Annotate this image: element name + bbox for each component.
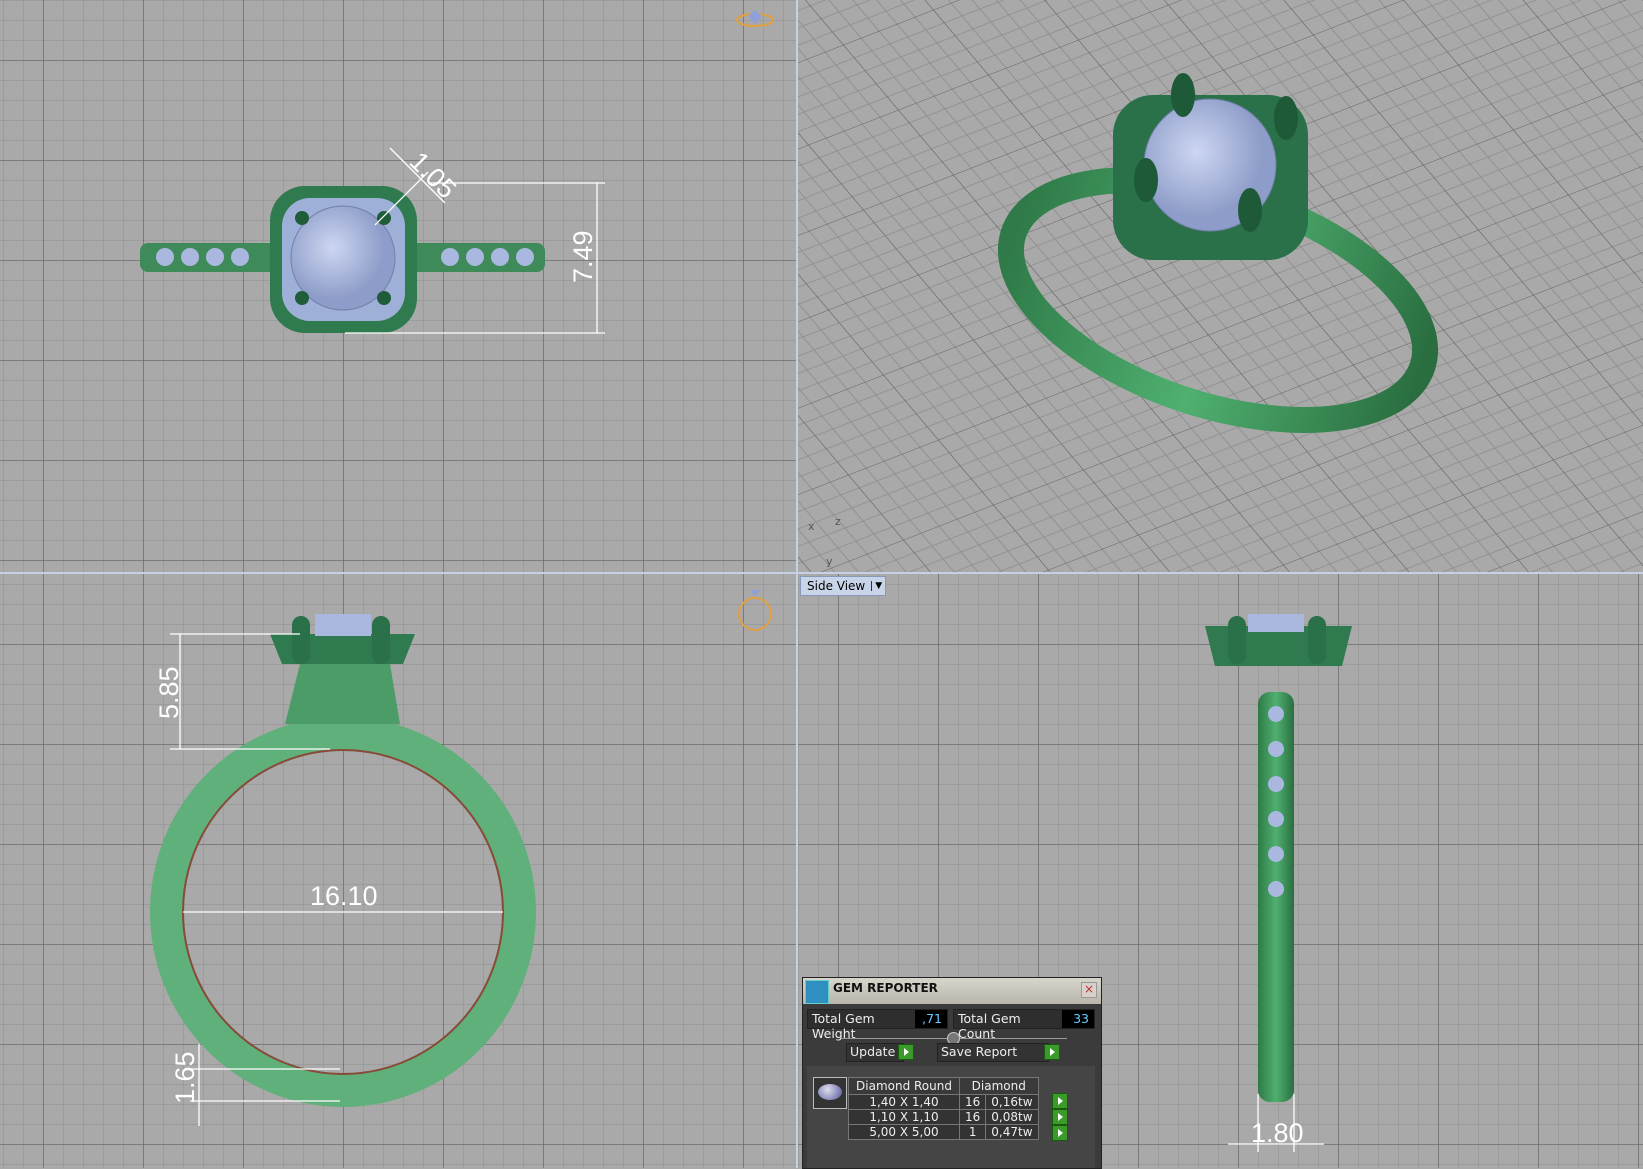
chevron-down-icon[interactable]: ▼ xyxy=(871,581,885,591)
total-gem-weight-value: ,71 xyxy=(915,1010,947,1028)
dimension-label: 5.85 xyxy=(154,666,184,719)
column-header-shape: Diamond Round xyxy=(848,1077,960,1095)
gem-report-icon xyxy=(805,980,829,1004)
gem-weight: 0,08tw xyxy=(985,1109,1039,1125)
table-row: 1,10 X 1,10 16 0,08tw xyxy=(848,1109,1039,1125)
gem-reporter-titlebar[interactable]: GEM REPORTER × xyxy=(803,978,1101,1004)
total-gem-weight-label: Total Gem Weight xyxy=(812,1011,875,1041)
gem-size: 1,40 X 1,40 xyxy=(848,1094,960,1110)
dimension-label: 1.65 xyxy=(170,1051,200,1104)
gem-size: 5,00 X 5,00 xyxy=(848,1124,960,1140)
save-report-label: Save Report xyxy=(941,1044,1018,1059)
viewport-top[interactable]: 7.49 1.05 xyxy=(0,0,796,572)
gem-weight: 0,47tw xyxy=(985,1124,1039,1140)
viewport-divider-horizontal[interactable] xyxy=(0,572,1643,574)
row-select-play-icon[interactable] xyxy=(1052,1109,1068,1125)
total-gem-count-label: Total Gem Count xyxy=(958,1011,1021,1041)
close-icon[interactable]: × xyxy=(1081,982,1097,998)
gem-count: 1 xyxy=(958,1124,987,1140)
axis-y-label: y xyxy=(826,555,833,568)
save-report-button[interactable]: Save Report xyxy=(937,1043,1049,1062)
viewport-divider-vertical[interactable] xyxy=(796,0,798,1168)
gem-size: 1,10 X 1,10 xyxy=(848,1109,960,1125)
axis-x-label: x xyxy=(808,520,815,533)
dimension-label: 1.80 xyxy=(1251,1118,1304,1148)
total-gem-count-value: 33 xyxy=(1062,1010,1094,1028)
total-gem-weight: Total Gem Weight ,71 xyxy=(807,1009,948,1041)
row-select-play-icon[interactable] xyxy=(1052,1093,1068,1109)
update-play-icon[interactable] xyxy=(898,1044,914,1060)
dimension-label: 7.49 xyxy=(568,230,598,283)
gem-table: Diamond Round Diamond 1,40 X 1,40 16 0,1… xyxy=(848,1077,1039,1140)
table-row: 1,40 X 1,40 16 0,16tw xyxy=(848,1094,1039,1110)
view-selector-dropdown[interactable]: Side View ▼ xyxy=(800,576,887,596)
viewport-perspective[interactable]: x z y xyxy=(798,0,1643,572)
gem-count: 16 xyxy=(958,1109,987,1125)
total-gem-count: Total Gem Count 33 xyxy=(953,1009,1095,1041)
gem-weight: 0,16tw xyxy=(985,1094,1039,1110)
gem-reporter-title: GEM REPORTER xyxy=(833,981,938,995)
update-label: Update xyxy=(850,1044,896,1059)
view-selector-label: Side View xyxy=(807,579,866,593)
update-button[interactable]: Update xyxy=(846,1043,904,1062)
round-gem-icon xyxy=(813,1077,847,1109)
viewport-front[interactable]: 5.85 16.10 1.65 xyxy=(0,574,796,1168)
row-select-play-icon[interactable] xyxy=(1052,1125,1068,1141)
column-header-material: Diamond xyxy=(959,1077,1039,1095)
gem-count: 16 xyxy=(958,1094,987,1110)
table-row: 5,00 X 5,00 1 0,47tw xyxy=(848,1124,1039,1140)
axis-z-label: z xyxy=(835,515,841,528)
save-report-play-icon[interactable] xyxy=(1044,1044,1060,1060)
dimension-label: 16.10 xyxy=(310,881,378,911)
gem-reporter-panel: GEM REPORTER × Total Gem Weight ,71 Tota… xyxy=(802,977,1102,1169)
